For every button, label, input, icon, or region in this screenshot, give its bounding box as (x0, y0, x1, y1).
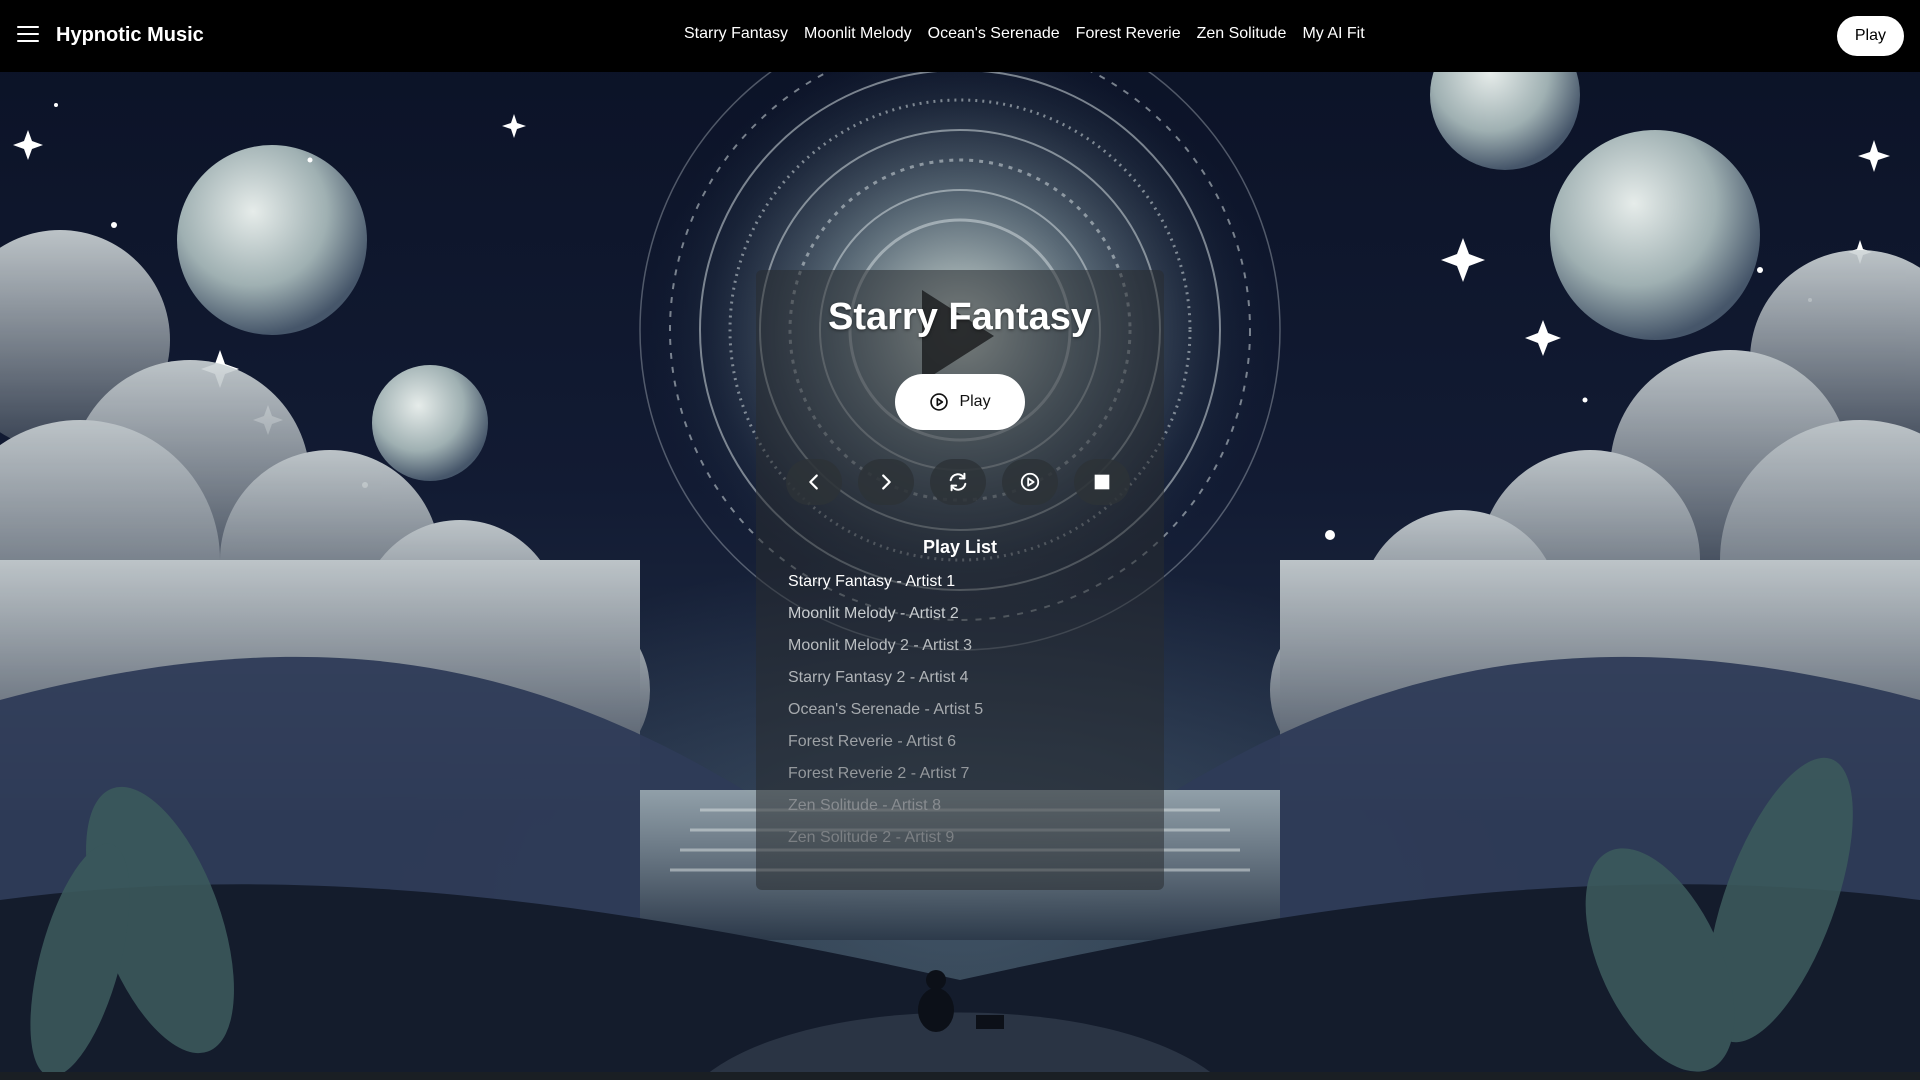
nav-play-button[interactable]: Play (1836, 16, 1904, 56)
repeat-icon (949, 472, 967, 492)
nav-link-zen-solitude[interactable]: Zen Solitude (1197, 25, 1287, 43)
top-navbar: Hypnotic Music Starry Fantasy Moonlit Me… (0, 0, 1920, 72)
hamburger-menu-icon[interactable] (17, 26, 39, 44)
playlist-item[interactable]: Forest Reverie - Artist 6 (788, 732, 1148, 764)
playlist-item[interactable]: Zen Solitude 2 - Artist 9 (788, 828, 1148, 860)
playlist: Starry Fantasy - Artist 1 Moonlit Melody… (788, 572, 1148, 860)
play-circle-icon (1020, 472, 1040, 492)
nav-link-starry-fantasy[interactable]: Starry Fantasy (684, 25, 788, 43)
chevron-left-icon (809, 474, 818, 490)
previous-button[interactable] (786, 459, 842, 505)
playback-controls (786, 459, 1130, 505)
repeat-button[interactable] (930, 459, 986, 505)
playlist-item[interactable]: Forest Reverie 2 - Artist 7 (788, 764, 1148, 796)
chevron-right-icon (882, 474, 891, 490)
stop-button[interactable] (1074, 459, 1130, 505)
play-toggle-button[interactable] (1002, 459, 1058, 505)
stop-icon (1094, 474, 1110, 490)
nav-link-my-ai-fit[interactable]: My AI Fit (1302, 25, 1364, 43)
nav-link-forest-reverie[interactable]: Forest Reverie (1076, 25, 1181, 43)
nav-link-oceans-serenade[interactable]: Ocean's Serenade (928, 25, 1060, 43)
playlist-item-active[interactable]: Starry Fantasy - Artist 1 (788, 572, 1148, 604)
playlist-title: Play List (922, 537, 998, 557)
nav-links: Starry Fantasy Moonlit Melody Ocean's Se… (684, 25, 1365, 43)
track-title: Starry Fantasy (827, 296, 1092, 338)
playlist-item[interactable]: Moonlit Melody 2 - Artist 3 (788, 636, 1148, 668)
playlist-item[interactable]: Ocean's Serenade - Artist 5 (788, 700, 1148, 732)
playlist-item[interactable]: Zen Solitude - Artist 8 (788, 796, 1148, 828)
brand-logo[interactable]: Hypnotic Music (56, 24, 204, 47)
playlist-item[interactable]: Moonlit Melody - Artist 2 (788, 604, 1148, 636)
nav-link-moonlit-melody[interactable]: Moonlit Melody (804, 25, 912, 43)
play-button-label: Play (959, 393, 991, 410)
play-button[interactable]: Play (895, 374, 1025, 430)
bottom-strip (0, 1072, 1920, 1080)
play-circle-icon (930, 393, 949, 411)
next-button[interactable] (858, 459, 914, 505)
playlist-item[interactable]: Starry Fantasy 2 - Artist 4 (788, 668, 1148, 700)
